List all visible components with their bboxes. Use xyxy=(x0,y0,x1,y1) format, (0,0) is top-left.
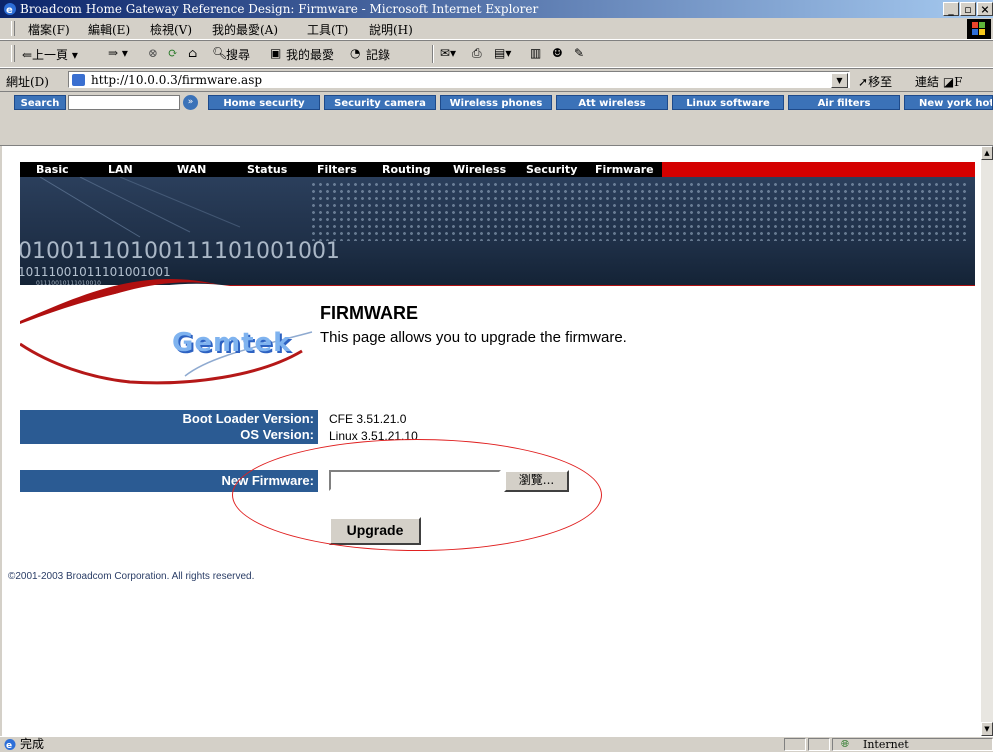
research-icon[interactable]: ✎ xyxy=(574,46,584,60)
nav-firmware[interactable]: Firmware xyxy=(595,163,654,176)
edit-icon[interactable]: ▤▾ xyxy=(494,46,511,60)
menu-view[interactable]: 檢視(V) xyxy=(150,21,192,38)
stop-icon[interactable]: ⊗ xyxy=(148,46,158,60)
banner-light-rays xyxy=(39,177,241,238)
nav-wan[interactable]: WAN xyxy=(177,163,206,176)
svg-text:e: e xyxy=(6,5,13,16)
search-link-att-wireless[interactable]: Att wireless xyxy=(556,95,668,110)
page-icon xyxy=(72,74,85,86)
links-button[interactable]: 連結 ◪F xyxy=(915,73,963,90)
close-button[interactable]: × xyxy=(977,2,993,16)
menu-grip xyxy=(11,21,15,36)
banner-dot-pattern xyxy=(310,181,970,241)
history-icon: ◔ xyxy=(350,46,361,60)
web-content: Basic LAN WAN Status Filters Routing Wir… xyxy=(2,146,981,736)
search-toolbar-input[interactable] xyxy=(68,95,180,110)
search-toolbar: Search » Home security Security camera W… xyxy=(0,91,993,114)
globe-icon: 🌐︎ xyxy=(841,739,849,750)
zone-label: Internet xyxy=(863,738,909,751)
boot-loader-value: CFE 3.51.21.0 xyxy=(329,412,407,426)
forward-button[interactable]: ⇒ ▾ xyxy=(108,46,128,60)
search-link-home-security[interactable]: Home security xyxy=(208,95,320,110)
page-title: FIRMWARE xyxy=(320,303,418,323)
version-label-panel: Boot Loader Version: OS Version: xyxy=(20,410,318,444)
history-button[interactable]: 記錄 xyxy=(366,46,390,63)
search-go-icon[interactable]: » xyxy=(183,95,198,110)
banner-curve xyxy=(20,278,975,396)
maximize-button[interactable]: ▫ xyxy=(960,2,976,16)
toolbar-grip xyxy=(11,45,15,62)
os-version-label: OS Version: xyxy=(240,427,314,442)
address-label: 網址(D) xyxy=(6,75,49,89)
address-input[interactable]: http://10.0.0.3/firmware.asp ▼ xyxy=(68,71,850,88)
nav-security[interactable]: Security xyxy=(526,163,577,176)
copyright: ©2001-2003 Broadcom Corporation. All rig… xyxy=(8,571,255,582)
address-url: http://10.0.0.3/firmware.asp xyxy=(91,73,263,87)
nav-wireless[interactable]: Wireless xyxy=(453,163,506,176)
search-link-linux-software[interactable]: Linux software xyxy=(672,95,784,110)
status-bar: e 完成 🌐︎ Internet xyxy=(0,736,993,752)
minimize-button[interactable]: _ xyxy=(943,2,959,16)
search-button[interactable]: 搜尋 xyxy=(226,46,250,63)
back-button[interactable]: ⇐上一頁 ▾ xyxy=(22,46,78,63)
windows-flag-icon xyxy=(967,19,991,39)
status-text: 完成 xyxy=(20,737,45,751)
search-link-wireless-phones[interactable]: Wireless phones xyxy=(440,95,552,110)
status-panel xyxy=(784,738,806,751)
menu-help[interactable]: 說明(H) xyxy=(369,21,413,38)
menu-tools[interactable]: 工具(T) xyxy=(307,21,348,38)
highlight-ellipse xyxy=(232,439,602,551)
favorites-icon: ▣ xyxy=(270,46,282,60)
search-icon: 🔍︎ xyxy=(212,46,228,60)
done-page-icon: e xyxy=(4,739,16,751)
title-bar: e Broadcom Home Gateway Reference Design… xyxy=(0,0,993,18)
search-link-security-camera[interactable]: Security camera xyxy=(324,95,436,110)
window-title: Broadcom Home Gateway Reference Design: … xyxy=(20,2,539,16)
refresh-icon[interactable]: ⟳ xyxy=(168,46,178,60)
browser-window: e Broadcom Home Gateway Reference Design… xyxy=(0,0,993,752)
menu-edit[interactable]: 編輯(E) xyxy=(88,21,130,38)
home-icon[interactable]: ⌂ xyxy=(188,46,197,60)
toolbar-spacer xyxy=(0,115,993,145)
menu-file[interactable]: 檔案(F) xyxy=(28,21,70,38)
menu-bar: 檔案(F) 編輯(E) 檢視(V) 我的最愛(A) 工具(T) 說明(H) xyxy=(0,18,993,40)
go-label: 移至 xyxy=(868,75,893,89)
discuss-icon[interactable]: ▥ xyxy=(530,46,541,60)
search-link-new-york-hot[interactable]: New york hot xyxy=(904,95,993,110)
ie-logo-icon: e xyxy=(4,3,16,16)
page-description: This page allows you to upgrade the firm… xyxy=(320,329,627,346)
nav-basic[interactable]: Basic xyxy=(36,163,69,176)
gemtek-logo: Gemtek xyxy=(172,328,292,358)
toolbar-separator xyxy=(432,45,434,63)
nav-bar-red xyxy=(662,162,975,177)
go-button[interactable]: ➚移至 xyxy=(858,73,892,90)
messenger-icon[interactable]: ☻ xyxy=(552,46,563,60)
menu-favorites[interactable]: 我的最愛(A) xyxy=(212,21,278,38)
status-panel xyxy=(808,738,830,751)
print-icon[interactable]: ⎙ xyxy=(472,46,482,61)
nav-filters[interactable]: Filters xyxy=(317,163,357,176)
zone-panel: 🌐︎ Internet xyxy=(832,738,993,751)
svg-text:e: e xyxy=(6,741,12,751)
favorites-button[interactable]: 我的最愛 xyxy=(286,46,334,63)
search-link-air-filters[interactable]: Air filters xyxy=(788,95,900,110)
boot-loader-label: Boot Loader Version: xyxy=(182,411,314,426)
address-bar: 網址(D) http://10.0.0.3/firmware.asp ▼ ➚移至… xyxy=(0,68,993,91)
nav-status[interactable]: Status xyxy=(247,163,287,176)
nav-routing[interactable]: Routing xyxy=(382,163,431,176)
mail-icon[interactable]: ✉▾ xyxy=(440,46,456,60)
search-toolbar-button[interactable]: Search xyxy=(14,95,66,110)
scroll-down-icon[interactable]: ▼ xyxy=(981,722,993,736)
standard-toolbar: ⇐上一頁 ▾ ⇒ ▾ ⊗ ⟳ ⌂ 🔍︎ 搜尋 ▣ 我的最愛 ◔ 記錄 ✉▾ ⎙ … xyxy=(0,40,993,68)
vertical-scrollbar[interactable]: ▲ ▼ xyxy=(981,146,993,736)
nav-lan[interactable]: LAN xyxy=(108,163,133,176)
links-label: 連結 xyxy=(915,75,940,89)
scroll-up-icon[interactable]: ▲ xyxy=(981,146,993,160)
address-dropdown-icon[interactable]: ▼ xyxy=(831,73,848,88)
